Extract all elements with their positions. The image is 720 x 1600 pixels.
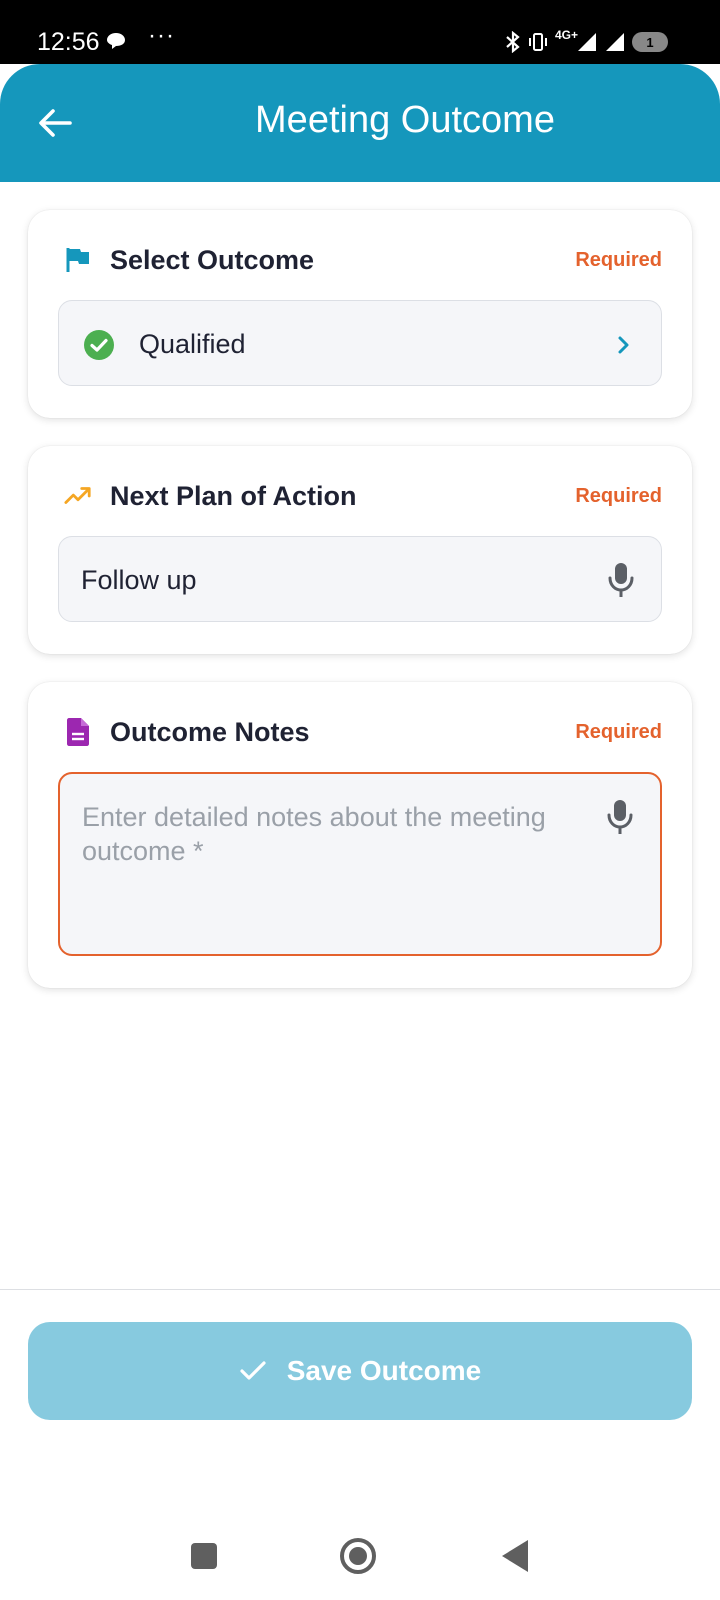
outcome-select[interactable]: Qualified (58, 300, 662, 386)
home-dot (349, 1547, 367, 1565)
network-type: 4G+ (554, 28, 578, 42)
home-button[interactable] (340, 1538, 376, 1574)
status-bar: 12:56 ··· 4G+ 1 (0, 0, 720, 64)
plan-value: Follow up (81, 565, 197, 595)
nav-back-button[interactable] (502, 1540, 528, 1572)
status-time: 12:56 (37, 28, 100, 56)
vibrate-icon (528, 33, 547, 51)
plan-card: Next Plan of Action Required Follow up (28, 446, 692, 654)
chat-notification-icon (107, 33, 125, 49)
footer-divider (0, 1289, 720, 1290)
mic-icon[interactable] (606, 798, 634, 836)
mic-icon[interactable] (607, 561, 635, 599)
check-icon (240, 1361, 266, 1380)
required-badge: Required (575, 720, 662, 743)
page-title: Meeting Outcome (255, 99, 555, 141)
notes-placeholder: Enter detailed notes about the meeting o… (82, 802, 546, 866)
notes-card-title: Outcome Notes (110, 716, 310, 747)
signal-icon-2 (606, 33, 624, 51)
outcome-card: Select Outcome Required Qualified (28, 210, 692, 418)
chevron-right-icon (618, 336, 629, 354)
check-circle-icon (84, 330, 114, 360)
bluetooth-icon (506, 31, 520, 53)
battery-level: 1 (646, 34, 654, 50)
required-badge: Required (575, 248, 662, 271)
battery-indicator: 1 (632, 32, 668, 52)
save-outcome-button[interactable]: Save Outcome (28, 1322, 692, 1420)
overflow-dots: ··· (148, 22, 175, 49)
required-badge: Required (575, 484, 662, 507)
notes-card: Outcome Notes Required Enter detailed no… (28, 682, 692, 988)
trending-up-icon (64, 482, 92, 510)
outcome-card-title: Select Outcome (110, 244, 315, 275)
plan-input[interactable]: Follow up (58, 536, 662, 622)
flag-icon (64, 246, 92, 274)
notes-textarea[interactable]: Enter detailed notes about the meeting o… (58, 772, 662, 956)
document-icon (64, 718, 92, 746)
save-outcome-label: Save Outcome (286, 1355, 482, 1386)
recent-apps-button[interactable] (191, 1543, 217, 1569)
selected-outcome: Qualified (139, 329, 246, 359)
signal-icon (578, 33, 596, 51)
plan-card-title: Next Plan of Action (110, 480, 357, 511)
app-header: Meeting Outcome (0, 64, 720, 182)
